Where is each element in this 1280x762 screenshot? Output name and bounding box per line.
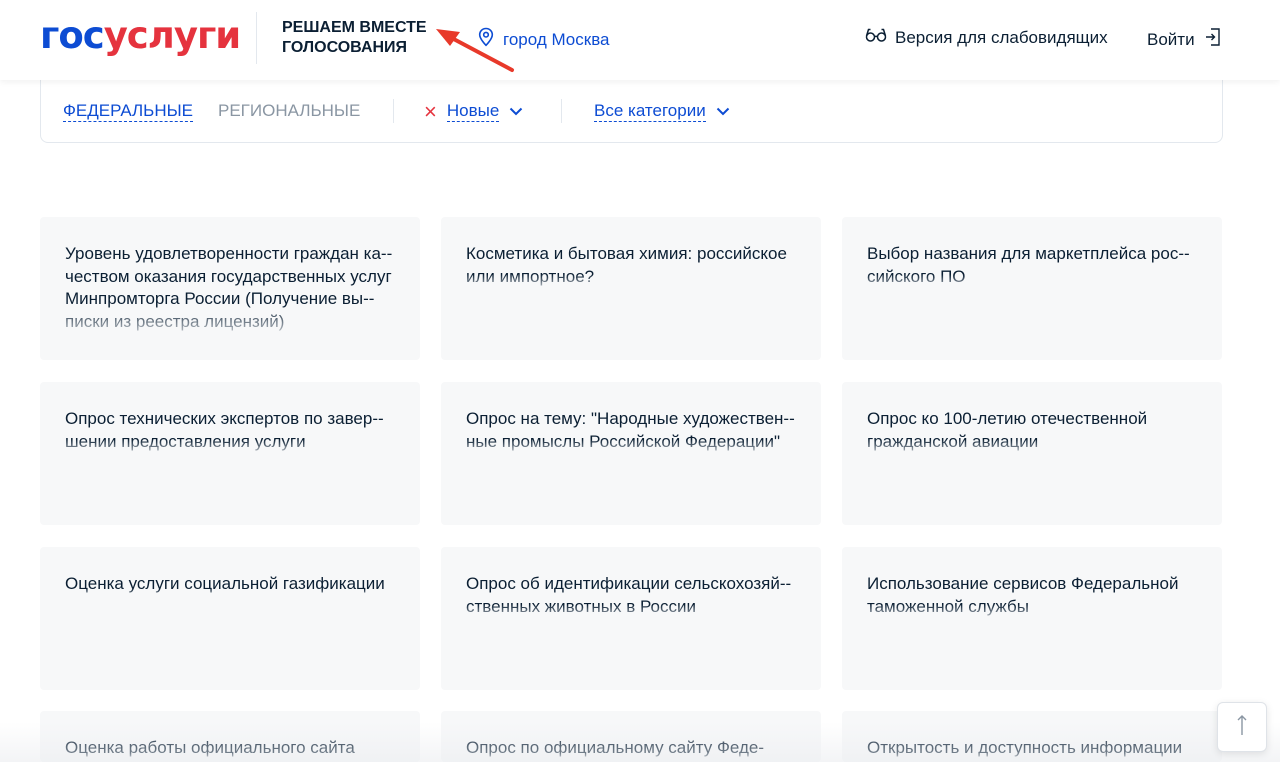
poll-card[interactable]: Опрос на тему: "Народные художествен-­ны… [441,382,821,525]
poll-card[interactable]: Опрос технических экспертов по завер-­ше… [40,382,420,525]
accessibility-label: Версия для слабовидящих [895,27,1108,47]
poll-card[interactable]: Использование сервисов Федеральной тамож… [842,547,1222,690]
login-label: Войти [1147,29,1195,49]
poll-card-title: Опрос на тему: "Народные художествен-­ны… [466,409,795,451]
filter-bar: ФЕДЕРАЛЬНЫЕ РЕГИОНАЛЬНЫЕ × Новые Все кат… [40,80,1223,143]
tab-regional[interactable]: РЕГИОНАЛЬНЫЕ [218,101,360,121]
poll-card-title: Опрос об идентификации сельскохозяй-­ств… [466,574,792,616]
poll-card[interactable]: Оценка услуги социальной газификации [40,547,420,690]
category-filter: Все категории [594,101,730,122]
login-button[interactable]: Войти [1147,27,1221,52]
poll-card-title: Опрос ко 100-летию отечественной граждан… [867,409,1148,451]
poll-card[interactable]: Открытость и доступность информации [842,711,1222,762]
poll-card-title: Выбор названия для маркетплейса рос-­сий… [867,244,1190,286]
project-title-line2: ГОЛОСОВАНИЯ [282,39,408,56]
logo-part-gos: гос [40,14,105,57]
annotation-arrow [436,29,514,72]
poll-card[interactable]: Выбор названия для маркетплейса рос-­сий… [842,217,1222,360]
accessibility-version-link[interactable]: Версия для слабовидящих [865,27,1108,48]
category-dropdown[interactable]: Все категории [594,101,706,122]
poll-card-title: Оценка работы официального сайта [65,738,355,757]
tab-federal[interactable]: ФЕДЕРАЛЬНЫЕ [63,101,194,122]
filter-divider [561,99,562,123]
gosuslugi-logo[interactable]: госуслуги [40,14,242,58]
glasses-icon [865,27,887,48]
poll-card-title: Опрос по официальному сайту Феде- [466,738,764,757]
poll-card[interactable]: Опрос ко 100-летию отечественной граждан… [842,382,1222,525]
header-divider [256,12,257,64]
poll-card[interactable]: Косметика и бытовая химия: российское ил… [441,217,821,360]
poll-card[interactable]: Опрос об идентификации сельскохозяй-­ств… [441,547,821,690]
scroll-to-top-button[interactable] [1217,702,1267,752]
arrow-up-icon [1236,713,1248,742]
poll-card[interactable]: Опрос по официальному сайту Феде- [441,711,821,762]
poll-card[interactable]: Оценка работы официального сайта [40,711,420,762]
project-title[interactable]: РЕШАЕМ ВМЕСТЕ ГОЛОСОВАНИЯ [282,18,442,58]
sort-filter: × Новые [424,100,523,122]
project-title-line1: РЕШАЕМ ВМЕСТЕ [282,19,427,36]
poll-card-title: Открытость и доступность информации [867,738,1183,757]
poll-card-title: Оценка услуги социальной газификации [65,574,385,593]
poll-card-title: Косметика и бытовая химия: российское ил… [466,244,787,286]
chevron-down-icon[interactable] [716,103,730,121]
poll-card-title: Опрос технических экспертов по завер-­ше… [65,409,384,451]
poll-card[interactable]: Уровень удовлетворенности граждан ка-­че… [40,217,420,360]
logo-part-uslugi: услуги [103,14,242,57]
filter-divider [393,99,394,123]
login-icon [1205,27,1221,52]
poll-card-title: Использование сервисов Федеральной тамож… [867,574,1179,616]
chevron-down-icon[interactable] [509,103,523,121]
poll-card-title: Уровень удовлетворенности граждан ка-­че… [65,244,393,331]
site-header: госуслуги РЕШАЕМ ВМЕСТЕ ГОЛОСОВАНИЯ горо… [0,0,1280,80]
sort-dropdown[interactable]: Новые [446,101,500,122]
close-icon[interactable]: × [424,100,437,122]
